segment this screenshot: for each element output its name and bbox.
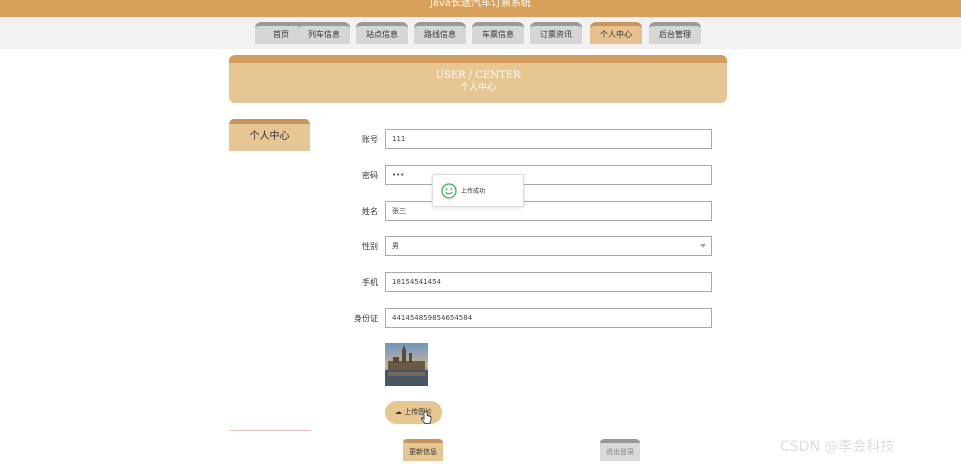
top-header-bar: Java长途汽车订票系统 [0, 0, 961, 17]
chevron-down-icon [700, 244, 706, 248]
hand-pointer-icon [421, 411, 432, 424]
nav-item-booking-news[interactable]: 订票资讯 [530, 22, 582, 44]
banner-chinese-title: 个人中心 [459, 83, 496, 93]
account-label: 账号 [362, 135, 378, 144]
banner-english-title: USER / CENTER [435, 70, 521, 81]
nav-item-station-info[interactable]: 站点信息 [356, 22, 408, 44]
success-toast: 上传成功 [432, 174, 524, 207]
upload-image-button[interactable]: ☁ 上传图片 [385, 401, 442, 424]
update-info-button[interactable]: 更新信息 [403, 439, 443, 461]
gender-label: 性别 [362, 242, 378, 251]
account-field[interactable]: 111 [385, 129, 712, 149]
csdn-watermark: CSDN @李会科技 [780, 439, 895, 455]
avatar-photo-icon [385, 343, 428, 386]
smile-success-icon [441, 183, 457, 199]
page-banner: USER / CENTER 个人中心 [229, 55, 727, 103]
nav-item-ticket-info[interactable]: 车票信息 [472, 22, 524, 44]
nav-item-train-info[interactable]: 列车信息 [298, 22, 350, 44]
gender-value: 男 [392, 242, 399, 250]
logout-button[interactable]: 退出登录 [600, 439, 640, 461]
toast-message: 上传成功 [461, 188, 486, 195]
avatar-image [385, 343, 428, 386]
sidebar-divider [229, 430, 311, 431]
phone-field[interactable]: 18154541454 [385, 272, 712, 292]
password-label: 密码 [362, 171, 378, 180]
sidebar-item-personal-center[interactable]: 个人中心 [229, 119, 310, 151]
nav-item-personal-center[interactable]: 个人中心 [590, 22, 642, 44]
app-title: Java长途汽车订票系统 [429, 0, 532, 9]
phone-label: 手机 [362, 278, 378, 287]
cloud-upload-icon: ☁ [394, 408, 402, 416]
name-label: 姓名 [362, 207, 378, 216]
main-nav: 首页 列车信息 站点信息 路线信息 车票信息 订票资讯 个人中心 后台管理 [0, 17, 961, 49]
gender-select[interactable]: 男 [385, 236, 712, 256]
nav-item-admin[interactable]: 后台管理 [649, 22, 701, 44]
nav-item-route-info[interactable]: 路线信息 [414, 22, 466, 44]
idcard-label: 身份证 [354, 314, 378, 323]
idcard-field[interactable]: 441454859854654584 [385, 308, 712, 328]
